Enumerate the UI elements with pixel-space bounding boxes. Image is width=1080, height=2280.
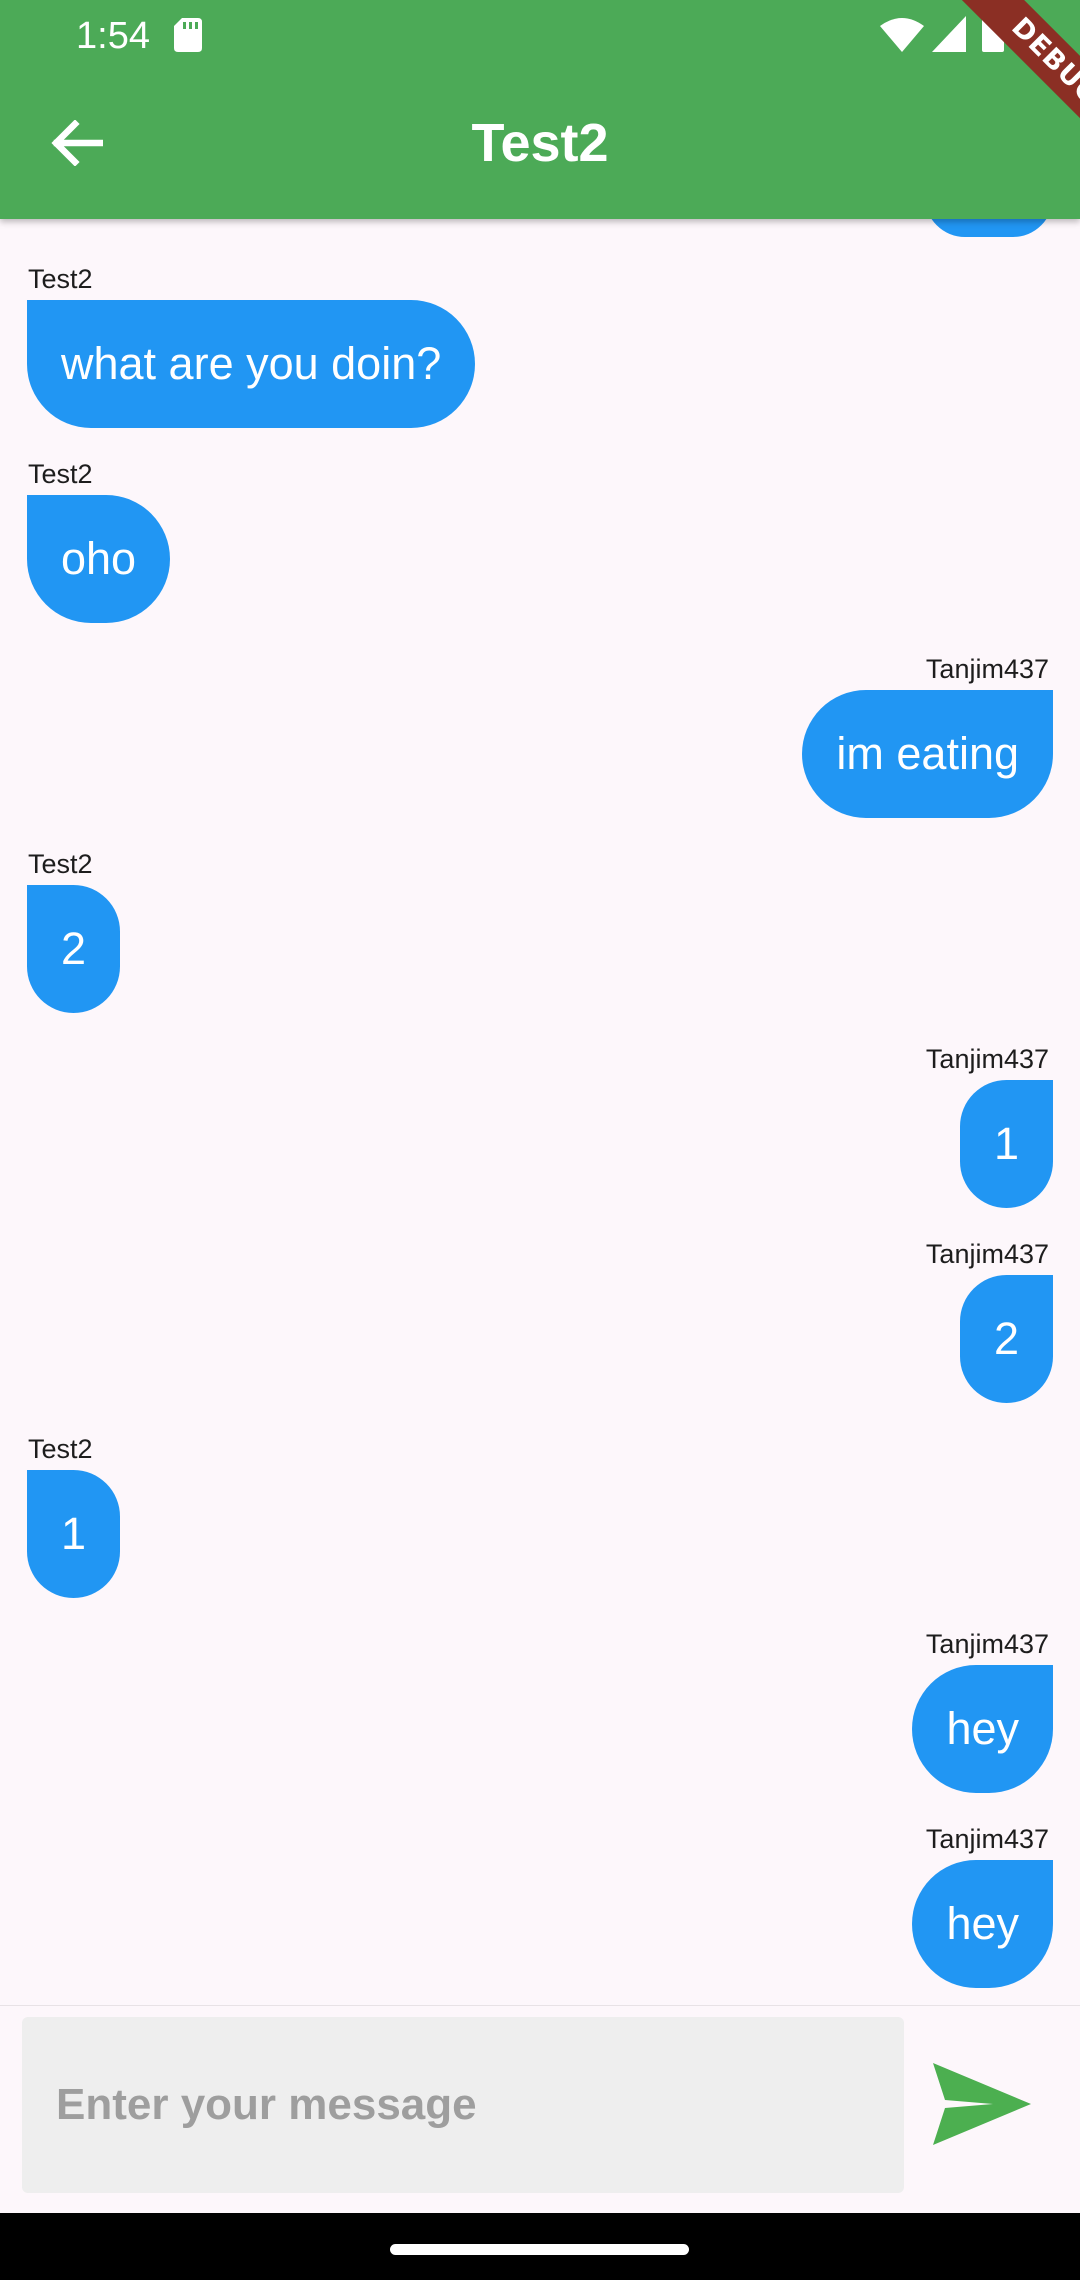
message-composer: [0, 2005, 1080, 2213]
message-bubble[interactable]: 1: [959, 1080, 1053, 1208]
message-bubble[interactable]: what are you doin?: [27, 300, 476, 428]
message-sender: Tanjim437: [925, 1629, 1049, 1659]
message-input[interactable]: [22, 2017, 904, 2193]
signal-icon: [932, 16, 966, 52]
message-sender: Test2: [28, 1434, 93, 1464]
message-sender: Test2: [28, 459, 93, 489]
message-sender: Tanjim437: [925, 1239, 1049, 1269]
message-sender: Tanjim437: [925, 654, 1049, 684]
message-bubble[interactable]: 2: [959, 1275, 1053, 1403]
send-icon: [933, 2063, 1031, 2145]
status-time: 1:54: [76, 15, 150, 57]
message-bubble[interactable]: im eating: [802, 690, 1053, 818]
message-bubble[interactable]: 1: [27, 1470, 121, 1598]
system-navigation-bar: [0, 2213, 1080, 2280]
message-sender: Test2: [28, 264, 93, 294]
message-sender: Tanjim437: [925, 1044, 1049, 1074]
home-indicator[interactable]: [390, 2244, 689, 2255]
message-bubble[interactable]: hey: [912, 1860, 1053, 1988]
message-sender: Test2: [28, 849, 93, 879]
message-sender: Tanjim437: [925, 1824, 1049, 1854]
sd-card-icon: [174, 18, 202, 52]
app-bar: 1:54 DEBUG Test2: [0, 0, 1080, 219]
message-list[interactable]: Test2 what are you doin? Test2 oho Tanji…: [0, 0, 1080, 2005]
message-bubble[interactable]: hey: [912, 1665, 1053, 1793]
send-button[interactable]: [930, 2056, 1034, 2152]
page-title: Test2: [471, 113, 609, 173]
message-bubble[interactable]: 2: [27, 885, 121, 1013]
wifi-icon: [880, 18, 924, 52]
message-bubble[interactable]: oho: [27, 495, 171, 623]
